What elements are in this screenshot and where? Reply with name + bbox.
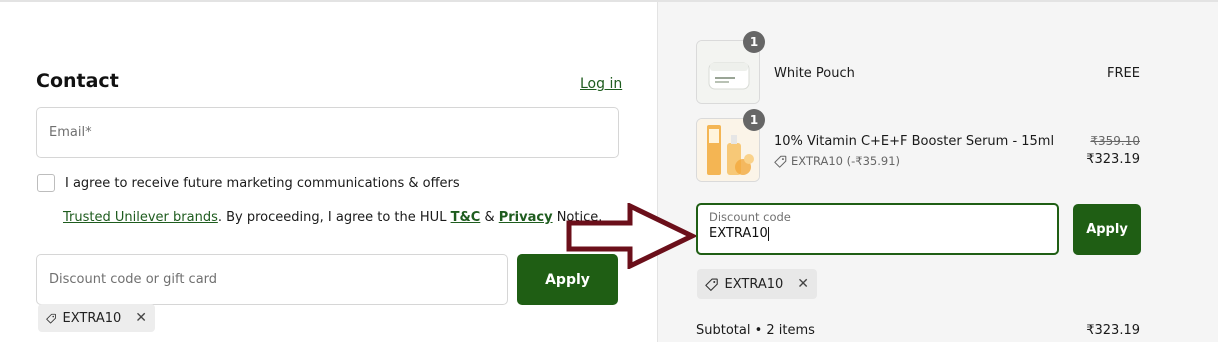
item-price: ₹323.19 bbox=[1086, 152, 1140, 167]
close-icon[interactable]: ✕ bbox=[135, 310, 147, 326]
applied-code-chip-left: EXTRA10 ✕ bbox=[38, 304, 155, 332]
discount-field-label: Discount code bbox=[709, 210, 791, 224]
item-name: 10% Vitamin C+E+F Booster Serum - 15ml bbox=[774, 134, 1055, 149]
login-link[interactable]: Log in bbox=[580, 76, 622, 92]
quantity-badge: 1 bbox=[743, 109, 765, 131]
discount-field-value: EXTRA10 bbox=[709, 226, 1046, 241]
discount-placeholder: Discount code or gift card bbox=[49, 272, 218, 287]
consent-text-1: . By proceeding, I agree to the HUL bbox=[217, 210, 451, 225]
subtotal-label: Subtotal • 2 items bbox=[696, 323, 815, 338]
quantity-badge: 1 bbox=[743, 31, 765, 53]
tag-icon bbox=[774, 155, 787, 168]
marketing-checkbox[interactable] bbox=[37, 174, 55, 192]
contact-section: Contact Log in Email* I agree to receive… bbox=[0, 2, 657, 342]
consent-text: Trusted Unilever brands. By proceeding, … bbox=[63, 210, 602, 225]
applied-code-right: EXTRA10 bbox=[724, 276, 784, 292]
consent-text-2: & bbox=[480, 210, 499, 225]
discount-input-right[interactable]: Discount code EXTRA10 bbox=[696, 203, 1059, 255]
tag-icon bbox=[705, 277, 718, 291]
contact-title: Contact bbox=[36, 70, 119, 92]
subtotal-value: ₹323.19 bbox=[1086, 323, 1140, 338]
discount-input-left[interactable]: Discount code or gift card bbox=[36, 254, 508, 305]
discount-value-text: EXTRA10 bbox=[709, 226, 768, 241]
apply-button-right[interactable]: Apply bbox=[1073, 204, 1141, 255]
item-discount: EXTRA10 (-₹35.91) bbox=[774, 154, 900, 168]
order-summary: 1 White Pouch FREE 1 10% Vitamin C+E+F B… bbox=[657, 2, 1218, 342]
applied-code-left: EXTRA10 bbox=[62, 310, 122, 326]
email-placeholder: Email* bbox=[49, 125, 92, 140]
close-icon[interactable]: ✕ bbox=[797, 276, 809, 292]
item-original-price: ₹359.10 bbox=[1090, 134, 1140, 148]
email-field[interactable]: Email* bbox=[36, 107, 619, 158]
tag-icon bbox=[46, 313, 56, 324]
tc-link[interactable]: T&C bbox=[451, 210, 481, 225]
item-discount-text: EXTRA10 (-₹35.91) bbox=[791, 154, 901, 168]
arrow-right-icon bbox=[566, 203, 696, 269]
checkout-page: Contact Log in Email* I agree to receive… bbox=[0, 0, 1218, 342]
text-caret bbox=[767, 226, 769, 241]
item-name: White Pouch bbox=[774, 66, 855, 81]
marketing-label: I agree to receive future marketing comm… bbox=[65, 176, 460, 191]
applied-code-chip-right: EXTRA10 ✕ bbox=[697, 269, 817, 299]
item-price: FREE bbox=[1107, 66, 1140, 81]
trusted-brands-link[interactable]: Trusted Unilever brands bbox=[63, 210, 218, 225]
privacy-link[interactable]: Privacy bbox=[499, 210, 553, 225]
